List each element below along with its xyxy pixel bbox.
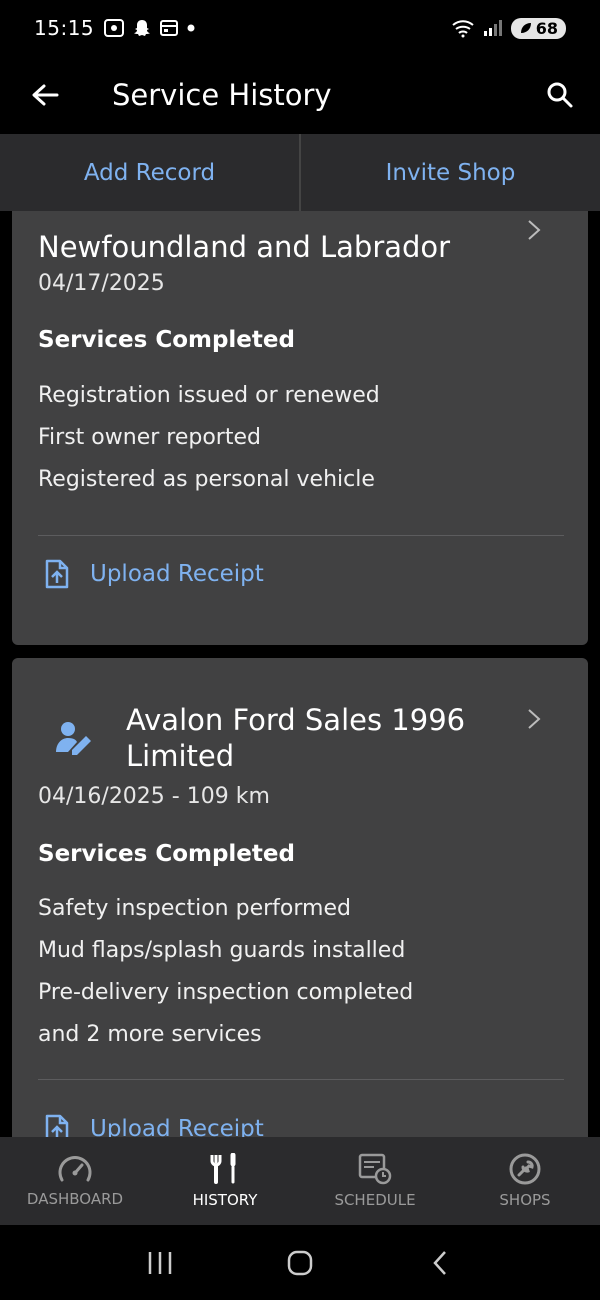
back-nav-button[interactable] <box>410 1233 470 1293</box>
wifi-icon <box>452 20 474 38</box>
add-record-button[interactable]: Add Record <box>0 134 299 211</box>
services-list: Safety inspection performed Mud flaps/sp… <box>38 888 413 1056</box>
service-item: Registration issued or renewed <box>38 383 380 408</box>
chevron-right-icon[interactable] <box>526 708 542 730</box>
card-divider <box>38 1079 564 1080</box>
search-icon <box>547 82 573 108</box>
service-item: Safety inspection performed <box>38 896 351 921</box>
recent-apps-icon <box>148 1251 172 1274</box>
app-bar: Service History <box>0 56 600 134</box>
record-title: Avalon Ford Sales 1996 Limited <box>126 703 466 773</box>
nav-dashboard[interactable]: DASHBOARD <box>0 1137 150 1225</box>
status-right: 68 <box>451 17 566 39</box>
wrench-screwdriver-icon <box>210 1153 236 1184</box>
services-list: Registration issued or renewed First own… <box>38 375 380 501</box>
action-bar: Add Record Invite Shop <box>0 134 600 211</box>
nav-label: HISTORY <box>192 1191 258 1209</box>
file-upload-icon <box>45 559 69 589</box>
screenshot-icon <box>104 19 125 37</box>
search-button[interactable] <box>520 56 600 134</box>
service-record-card[interactable]: Avalon Ford Sales 1996 Limited 04/16/202… <box>12 658 588 1137</box>
dot-icon <box>187 24 195 32</box>
service-history-list[interactable]: Newfoundland and Labrador 04/17/2025 Ser… <box>0 211 600 1137</box>
bottom-nav: DASHBOARD HISTORY SCHEDULE SHOPS <box>0 1137 600 1225</box>
back-button[interactable] <box>0 56 90 134</box>
service-item: Mud flaps/splash guards installed <box>38 938 406 963</box>
upload-receipt-label: Upload Receipt <box>90 561 264 587</box>
invite-shop-button[interactable]: Invite Shop <box>301 134 600 211</box>
nav-history[interactable]: HISTORY <box>150 1137 300 1225</box>
record-date: 04/17/2025 <box>38 271 165 296</box>
snapchat-icon <box>134 20 151 36</box>
upload-receipt-label: Upload Receipt <box>90 1116 264 1137</box>
recent-apps-button[interactable] <box>130 1233 190 1293</box>
upload-receipt-button[interactable]: Upload Receipt <box>44 559 264 589</box>
arrow-left-icon <box>32 84 59 106</box>
battery-indicator: 68 <box>510 17 566 39</box>
nav-label: SCHEDULE <box>334 1191 416 1209</box>
service-record-card[interactable]: Newfoundland and Labrador 04/17/2025 Ser… <box>12 211 588 645</box>
record-title: Newfoundland and Labrador <box>38 230 451 264</box>
battery-level: 68 <box>535 18 558 38</box>
record-date: 04/16/2025 - 109 km <box>38 784 270 809</box>
service-item: First owner reported <box>38 425 261 450</box>
notification-icons <box>104 18 196 38</box>
status-left: 15:15 <box>34 16 196 40</box>
signal-icon <box>483 20 502 36</box>
system-nav-bar <box>0 1225 600 1300</box>
home-icon <box>287 1250 313 1275</box>
nav-label: SHOPS <box>499 1191 551 1209</box>
page-title: Service History <box>112 78 332 112</box>
chevron-right-icon[interactable] <box>526 219 542 241</box>
status-time: 15:15 <box>34 16 95 40</box>
home-button[interactable] <box>270 1233 330 1293</box>
verified-shop-icon <box>56 722 91 755</box>
services-heading: Services Completed <box>38 327 295 353</box>
nav-shops[interactable]: SHOPS <box>450 1137 600 1225</box>
service-item: Pre-delivery inspection completed <box>38 980 414 1005</box>
speedometer-icon <box>58 1156 92 1182</box>
card-divider <box>38 535 564 536</box>
shop-wrench-icon <box>509 1153 541 1185</box>
nav-schedule[interactable]: SCHEDULE <box>300 1137 450 1225</box>
nav-label: DASHBOARD <box>26 1190 124 1208</box>
service-item: Registered as personal vehicle <box>38 467 375 492</box>
status-bar: 15:15 68 <box>0 0 600 56</box>
services-heading: Services Completed <box>38 841 295 867</box>
service-item: and 2 more services <box>38 1022 262 1047</box>
back-icon <box>433 1250 446 1275</box>
calendar-icon <box>160 20 179 36</box>
schedule-icon <box>358 1153 392 1185</box>
file-upload-icon <box>45 1114 69 1137</box>
battery-saver-leaf-icon <box>520 23 531 33</box>
upload-receipt-button[interactable]: Upload Receipt <box>44 1114 264 1137</box>
